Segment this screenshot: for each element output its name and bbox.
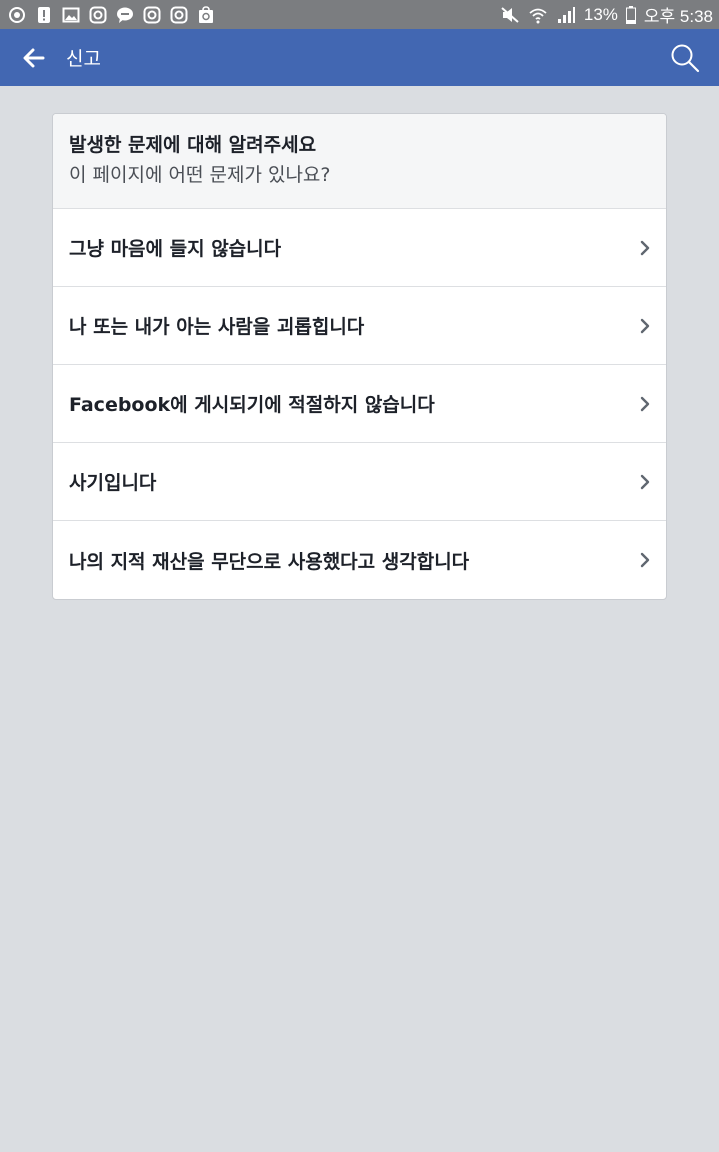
report-option-scam[interactable]: 사기입니다: [53, 443, 666, 521]
chevron-right-icon: [638, 239, 652, 257]
alert-icon: [35, 6, 53, 24]
report-card: 발생한 문제에 대해 알려주세요 이 페이지에 어떤 문제가 있나요? 그냥 마…: [52, 113, 667, 600]
report-subtitle: 이 페이지에 어떤 문제가 있나요?: [69, 164, 331, 186]
battery-icon: [625, 5, 636, 24]
option-label: 사기입니다: [69, 472, 157, 494]
arrow-left-icon: [23, 48, 45, 67]
option-label: Facebook에 게시되기에 적절하지 않습니다: [69, 394, 435, 416]
option-label: 나의 지적 재산을 무단으로 사용했다고 생각합니다: [69, 550, 470, 573]
page-title: 신고: [66, 48, 101, 70]
instagram-icon: [89, 6, 107, 24]
report-option-inappropriate[interactable]: Facebook에 게시되기에 적절하지 않습니다: [53, 365, 666, 443]
talk-icon: [116, 6, 134, 24]
signal-icon: [556, 6, 576, 24]
report-option-dislike[interactable]: 그냥 마음에 들지 않습니다: [53, 209, 666, 287]
back-button[interactable]: [20, 44, 48, 72]
mute-icon: [500, 6, 520, 24]
clock: 오후 5:38: [643, 7, 713, 26]
app-icon: [8, 6, 26, 24]
report-option-intellectual-property[interactable]: 나의 지적 재산을 무단으로 사용했다고 생각합니다: [53, 521, 666, 599]
wifi-icon: [528, 6, 548, 24]
report-option-harassment[interactable]: 나 또는 내가 아는 사람을 괴롭힙니다: [53, 287, 666, 365]
gallery-icon: [62, 6, 80, 24]
store-icon: [197, 5, 215, 24]
chevron-right-icon: [638, 317, 652, 335]
chevron-right-icon: [638, 473, 652, 491]
option-label: 나 또는 내가 아는 사람을 괴롭힙니다: [69, 316, 365, 338]
option-label: 그냥 마음에 들지 않습니다: [69, 238, 282, 260]
app-bar: 신고: [0, 29, 719, 86]
instagram-icon: [143, 6, 161, 24]
chevron-right-icon: [638, 395, 652, 413]
notification-icons: [8, 5, 215, 24]
report-title: 발생한 문제에 대해 알려주세요: [69, 134, 317, 156]
report-card-header: 발생한 문제에 대해 알려주세요 이 페이지에 어떤 문제가 있나요?: [53, 114, 666, 209]
instagram-icon: [170, 6, 188, 24]
chevron-right-icon: [638, 551, 652, 569]
status-bar: 13% 오후 5:38: [0, 0, 719, 29]
battery-percent: 13%: [583, 4, 618, 24]
search-button[interactable]: [669, 42, 701, 74]
system-status: 13% 오후 5:38: [500, 2, 713, 27]
search-icon: [671, 44, 700, 72]
